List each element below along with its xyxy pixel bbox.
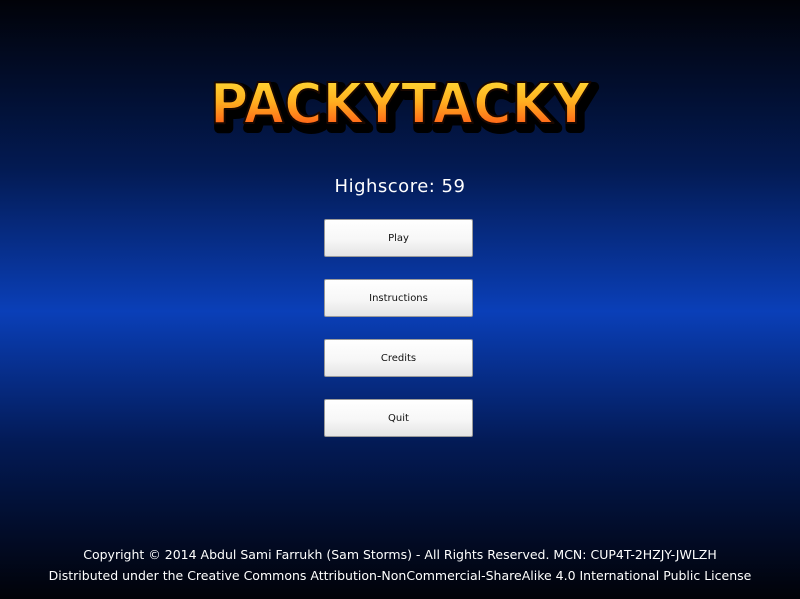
license-text: Distributed under the Creative Commons A… [48,568,752,583]
quit-button[interactable]: Quit [324,399,473,437]
play-button[interactable]: Play [324,219,473,257]
logo-text: PACKYTACKY [210,72,591,137]
highscore-label: Highscore: 59 [334,176,466,197]
game-logo: PACKYTACKY PACKYTACKY [209,71,600,140]
credits-button[interactable]: Credits [324,339,473,377]
copyright-text: Copyright © 2014 Abdul Sami Farrukh (Sam… [83,547,717,562]
instructions-button[interactable]: Instructions [324,279,473,317]
